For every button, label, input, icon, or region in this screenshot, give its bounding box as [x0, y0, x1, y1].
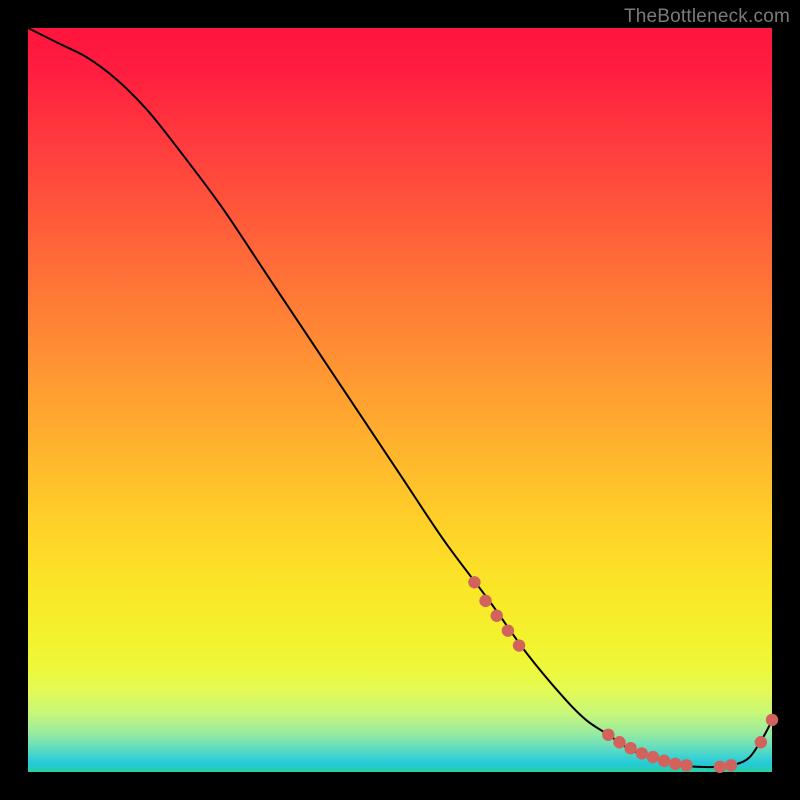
data-point	[502, 624, 514, 636]
data-point	[624, 742, 636, 754]
chart-plot-area	[28, 28, 772, 772]
data-point	[755, 736, 767, 748]
data-point	[513, 639, 525, 651]
data-point	[669, 758, 681, 770]
data-point	[766, 714, 778, 726]
data-point	[725, 759, 737, 771]
bottleneck-curve	[28, 28, 772, 767]
data-point	[647, 751, 659, 763]
data-point	[680, 759, 692, 771]
data-point	[468, 576, 480, 588]
point-layer	[468, 576, 778, 773]
chart-svg	[28, 28, 772, 772]
curve-layer	[28, 28, 772, 767]
data-point	[479, 595, 491, 607]
data-point	[636, 747, 648, 759]
data-point	[714, 761, 726, 773]
watermark: TheBottleneck.com	[624, 6, 790, 28]
data-point	[613, 736, 625, 748]
data-point	[602, 729, 614, 741]
data-point	[491, 610, 503, 622]
data-point	[658, 755, 670, 767]
